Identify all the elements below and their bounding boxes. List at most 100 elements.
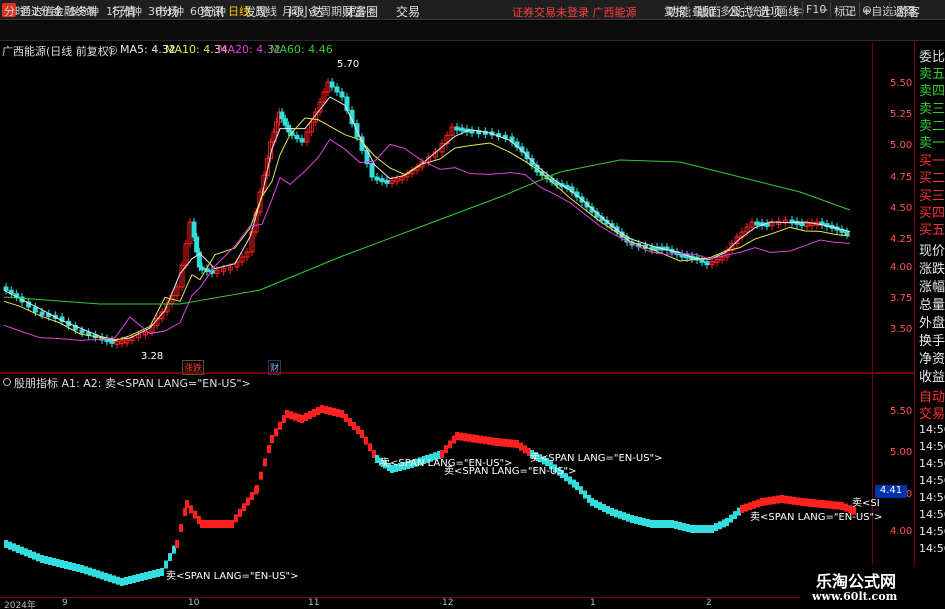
period-1min[interactable]: 1分钟 (32, 3, 61, 19)
chevron-right-icon[interactable]: › (369, 3, 373, 16)
watermark-name: 乐淘公式网 (816, 572, 897, 591)
indicator-bar (614, 509, 618, 518)
period-15min[interactable]: 15分钟 (106, 3, 142, 19)
tool-multistock[interactable]: 多股 (720, 3, 742, 19)
period-timeshare[interactable]: 分时 (4, 3, 26, 19)
period-weekly[interactable]: 周线 (255, 3, 277, 19)
indicator-bar (495, 438, 499, 446)
period-5min[interactable]: 5分钟 (70, 3, 99, 19)
quote-item-volume[interactable]: 总量 (919, 294, 945, 313)
indicator-bar (678, 522, 682, 530)
indicator-bar (356, 426, 360, 434)
indicator-bar (148, 571, 152, 579)
indicator-bar (776, 495, 780, 504)
event-badge-change[interactable]: 涨跌 (182, 360, 205, 375)
indicator-bar (242, 503, 246, 512)
indicator-bar (120, 578, 124, 586)
indicator-bar (24, 548, 28, 557)
indicator-bar (48, 557, 52, 565)
quote-item-bid5[interactable]: 买五 (919, 219, 945, 238)
event-badge-finance[interactable]: 财 (268, 360, 282, 375)
period-daily[interactable]: 日线 (228, 3, 250, 19)
candle (299, 138, 305, 143)
toolbar-divider (773, 2, 774, 17)
indicator-bar (312, 409, 316, 417)
login-status[interactable]: 证券交易未登录 广西能源 (512, 4, 637, 20)
quote-item-outer[interactable]: 外盘 (919, 312, 945, 331)
candle (39, 311, 45, 316)
indicator-bar (368, 443, 372, 452)
indicator-bar (768, 496, 772, 505)
indicator-bar (96, 570, 100, 579)
indicator-bar (208, 520, 212, 528)
tool-adjust[interactable]: 复权 (664, 3, 686, 19)
indicator-bar (64, 561, 68, 569)
trade-time: 14:56 (919, 542, 945, 555)
quote-item-bid2[interactable]: 买二 (919, 167, 945, 186)
indicator-bar (507, 439, 511, 448)
indicator-bar (238, 508, 242, 517)
tool-draw[interactable]: 画线 (777, 3, 799, 19)
indicator-bar (179, 524, 183, 532)
indicator-bar (598, 502, 602, 510)
indicator-bar (185, 500, 189, 508)
indicator-bar (36, 553, 40, 562)
indicator-bar (594, 500, 598, 508)
indicator-bar (332, 408, 336, 416)
quote-item-change[interactable]: 涨跌 (919, 258, 945, 277)
ma60-line (3, 159, 851, 305)
candle (369, 163, 375, 178)
indicator-bar (348, 418, 352, 426)
period-multi[interactable]: 多周期 (309, 3, 342, 19)
indicator-bar (112, 575, 116, 584)
indicator-bar (68, 562, 72, 570)
indicator-bar (52, 558, 56, 566)
indicator-bar (308, 411, 312, 419)
candle (3, 286, 9, 291)
indicator-bar (487, 436, 491, 445)
indicator-bar (650, 520, 654, 528)
indicator-bar (220, 520, 224, 528)
indicator-bar (84, 566, 88, 575)
quote-item-ask1[interactable]: 卖一 (919, 132, 945, 151)
indicator-bar (16, 545, 20, 553)
quote-item-turnover[interactable]: 换手 (919, 330, 945, 349)
period-60min[interactable]: 60分钟 (190, 3, 226, 19)
indicator-bar (725, 518, 729, 526)
indicator-bar (152, 570, 156, 578)
low-label: 3.28 (141, 351, 164, 362)
tool-f10[interactable]: F10 (806, 3, 826, 16)
toolbar-divider (744, 2, 745, 17)
tool-mark[interactable]: 标记 (834, 3, 856, 19)
period-30min[interactable]: 30分钟 (148, 3, 184, 19)
indicator-bar (230, 520, 234, 528)
candle (334, 86, 340, 93)
period-more[interactable]: 更多 (345, 3, 367, 19)
indicator-bar (642, 518, 646, 526)
indicator-bar (483, 436, 487, 445)
quote-item-ask4[interactable]: 卖四 (919, 80, 945, 99)
quote-item-change-pct[interactable]: 涨幅 (919, 276, 945, 295)
tool-back[interactable]: 返回 (893, 3, 915, 19)
indicator-bar (694, 525, 698, 533)
indicator-bar (499, 438, 503, 447)
tool-overlay[interactable]: 叠加 (692, 3, 714, 19)
quote-item-net-assets[interactable]: 净资 (919, 348, 945, 367)
menu-trade[interactable]: 交易 (396, 3, 420, 20)
toolbar-divider (688, 2, 689, 17)
quote-item-earnings[interactable]: 收益 (919, 366, 945, 385)
kline-chart[interactable] (0, 42, 914, 372)
quote-item-price[interactable]: 现价 (919, 240, 945, 259)
price-tick: 4.00 (890, 262, 913, 273)
indicator-tick: 4.00 (890, 526, 913, 537)
indicator-bar (448, 440, 452, 449)
indicator-bar (316, 407, 320, 415)
quote-tab-trade[interactable]: 交易 (919, 403, 945, 422)
tool-stats[interactable]: 统计 (749, 3, 771, 19)
period-monthly[interactable]: 月线 (282, 3, 304, 19)
indicator-bar (686, 524, 690, 532)
date-label: 10 (188, 598, 200, 608)
candle (32, 306, 38, 313)
indicator-chart[interactable] (0, 374, 914, 597)
indicator-toggle-icon[interactable] (3, 378, 11, 386)
